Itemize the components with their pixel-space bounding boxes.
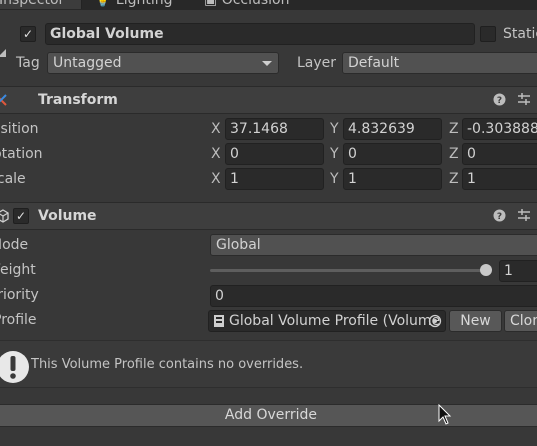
warning-icon	[0, 350, 30, 388]
tab-lighting[interactable]: 💡 Lighting	[94, 0, 172, 9]
priority-label: Priority	[0, 287, 39, 303]
rotation-x-value: 0	[230, 146, 239, 162]
rotation-x-input[interactable]: 0	[225, 143, 324, 165]
tag-label: Tag	[16, 55, 40, 71]
scale-label: Scale	[0, 171, 26, 187]
axis-y-label: Y	[330, 121, 339, 137]
rotation-z-input[interactable]: 0	[462, 143, 537, 165]
axis-y-label: Y	[330, 146, 339, 162]
preset-icon[interactable]	[517, 208, 531, 226]
tab-bar: Inspector 💡 Lighting ▣ Occlusion	[0, 0, 537, 10]
weight-input[interactable]: 1	[499, 260, 537, 282]
tab-inspector[interactable]: Inspector	[0, 0, 82, 9]
info-message: This Volume Profile contains no override…	[31, 357, 304, 372]
static-checkbox[interactable]	[480, 26, 496, 42]
scale-z-value: 1	[467, 171, 476, 187]
weight-value: 1	[504, 263, 513, 279]
priority-value: 0	[215, 288, 224, 304]
mode-label: Mode	[0, 237, 29, 253]
info-helpbox: This Volume Profile contains no override…	[0, 340, 537, 388]
rotation-y-input[interactable]: 0	[343, 143, 442, 165]
volume-header[interactable]: ✓ Volume ?	[0, 202, 537, 230]
tab-lighting-label: Lighting	[115, 0, 173, 8]
new-profile-button[interactable]: New	[449, 310, 502, 332]
mouse-cursor-icon	[438, 403, 452, 430]
static-label: Static	[503, 26, 537, 42]
axis-z-label: Z	[449, 171, 459, 187]
transform-header[interactable]: Transform ?	[0, 86, 537, 114]
position-z-input[interactable]: -0.303888	[462, 118, 537, 140]
scale-y-input[interactable]: 1	[343, 168, 442, 190]
rotation-y-value: 0	[348, 146, 357, 162]
layer-dropdown[interactable]: Default	[342, 52, 537, 74]
scale-y-value: 1	[348, 171, 357, 187]
axis-x-label: X	[211, 121, 221, 137]
tab-occlusion-label: Occlusion	[221, 0, 290, 8]
tag-dropdown[interactable]: Untagged	[47, 52, 279, 74]
position-y-input[interactable]: 4.832639	[343, 118, 442, 140]
volume-profile-icon	[213, 314, 225, 331]
transform-icon	[0, 93, 8, 111]
scale-z-input[interactable]: 1	[462, 168, 537, 190]
position-x-value: 37.1468	[230, 121, 288, 137]
axis-x-label: X	[211, 146, 221, 162]
layer-value: Default	[348, 55, 400, 71]
scale-x-value: 1	[230, 171, 239, 187]
profile-label: Profile	[0, 312, 37, 328]
rotation-label: Rotation	[0, 146, 43, 162]
occlusion-icon: ▣	[204, 0, 218, 8]
cube-icon	[0, 209, 9, 227]
mode-dropdown[interactable]: Global	[210, 234, 537, 256]
position-z-value: -0.303888	[467, 121, 537, 137]
volume-enabled-checkbox[interactable]: ✓	[13, 208, 29, 224]
clone-profile-button[interactable]: Clone	[504, 310, 537, 332]
priority-input[interactable]: 0	[210, 285, 537, 307]
lightbulb-icon: 💡	[94, 0, 112, 8]
axis-x-label: X	[211, 171, 221, 187]
tab-occlusion[interactable]: ▣ Occlusion	[204, 0, 290, 9]
axis-y-label: Y	[330, 171, 339, 187]
add-override-label: Add Override	[224, 407, 318, 423]
new-label: New	[460, 313, 491, 329]
tab-inspector-label: Inspector	[0, 0, 65, 8]
gameobject-active-checkbox[interactable]: ✓	[20, 26, 36, 42]
preset-icon[interactable]	[517, 92, 531, 110]
layer-label: Layer	[297, 55, 337, 71]
gameobject-name-input[interactable]: Global Volume	[45, 23, 475, 45]
add-override-button[interactable]: Add Override	[0, 404, 537, 427]
weight-slider-track[interactable]	[210, 269, 486, 272]
collapse-arrow-icon[interactable]	[0, 45, 6, 57]
scale-x-input[interactable]: 1	[225, 168, 324, 190]
mode-value: Global	[216, 237, 261, 253]
rotation-z-value: 0	[467, 146, 476, 162]
gameobject-name-text: Global Volume	[50, 26, 164, 42]
dropdown-arrow-icon	[262, 53, 272, 73]
tag-value: Untagged	[53, 55, 122, 71]
svg-text:?: ?	[497, 96, 502, 106]
transform-title: Transform	[38, 92, 118, 108]
position-label: Position	[0, 121, 39, 137]
transform-body: Position X 37.1468 Y 4.832639 Z -0.30388…	[0, 117, 537, 192]
weight-label: Weight	[0, 262, 36, 278]
axis-z-label: Z	[449, 121, 459, 137]
profile-value: Global Volume Profile (Volume Profile)	[229, 313, 445, 329]
clone-label: Clone	[510, 313, 537, 329]
help-icon[interactable]: ?	[493, 93, 506, 110]
weight-slider-thumb[interactable]	[480, 264, 492, 276]
axis-z-label: Z	[449, 146, 459, 162]
svg-text:?: ?	[497, 212, 502, 222]
position-y-value: 4.832639	[348, 121, 415, 137]
volume-title: Volume	[38, 208, 97, 224]
profile-object-field[interactable]: Global Volume Profile (Volume Profile)	[208, 310, 446, 332]
object-picker-icon[interactable]	[428, 314, 442, 331]
help-icon[interactable]: ?	[493, 209, 506, 226]
position-x-input[interactable]: 37.1468	[225, 118, 324, 140]
